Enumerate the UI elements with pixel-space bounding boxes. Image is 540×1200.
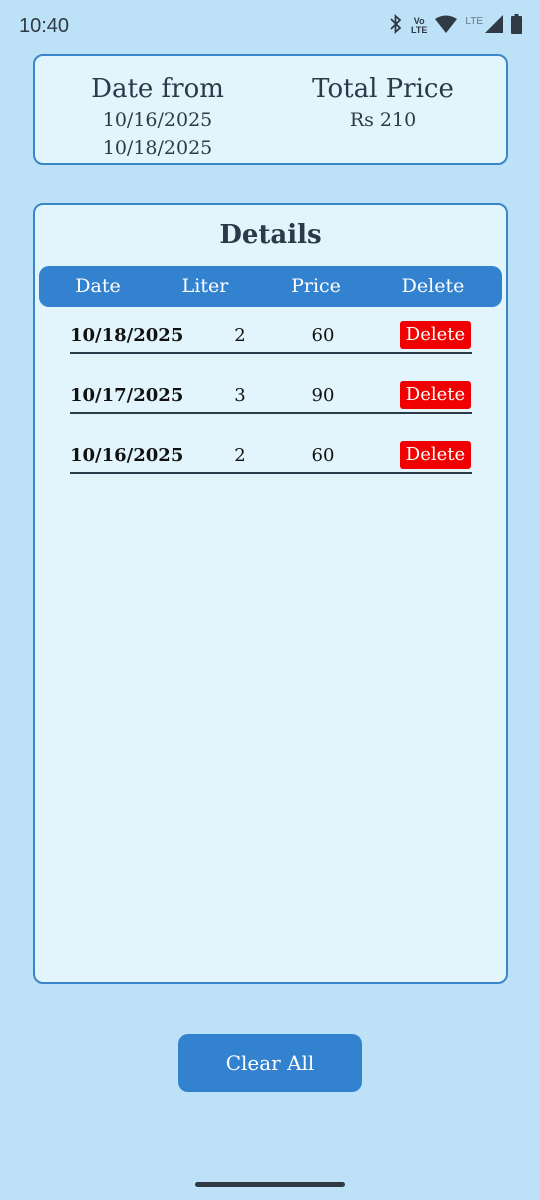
table-row: 10/16/2025 2 60 Delete <box>70 432 472 474</box>
battery-icon <box>511 13 522 39</box>
table-row: 10/17/2025 3 90 Delete <box>70 372 472 414</box>
details-title: Details <box>219 220 322 250</box>
clear-all-button[interactable]: Clear All <box>178 1034 362 1092</box>
status-time: 10:40 <box>19 15 70 37</box>
row-price: 90 <box>311 385 335 406</box>
date-from-value: 10/16/2025 <box>102 109 213 131</box>
total-price-title: Total Price <box>312 74 454 104</box>
row-liter: 3 <box>234 385 246 406</box>
header-price: Price <box>291 275 341 297</box>
details-card: Details Date Liter Price Delete 10/18/20… <box>33 203 508 984</box>
total-price-value: Rs 210 <box>349 109 417 131</box>
status-bar: 10:40 Vo LTE LTE <box>0 0 540 52</box>
status-icons: Vo LTE LTE <box>389 13 522 39</box>
date-range-section: Date from 10/16/2025 10/18/2025 <box>75 72 240 162</box>
delete-button[interactable]: Delete <box>400 441 471 469</box>
row-price: 60 <box>311 445 335 466</box>
row-date: 10/18/2025 <box>70 325 184 346</box>
wifi-icon <box>435 15 458 38</box>
volte-indicator: Vo LTE <box>411 16 428 35</box>
delete-button[interactable]: Delete <box>400 321 471 349</box>
summary-card: Date from 10/16/2025 10/18/2025 Total Pr… <box>33 54 508 165</box>
signal-icon <box>485 14 503 38</box>
date-to-value: 10/18/2025 <box>102 137 213 159</box>
header-liter: Liter <box>181 275 229 297</box>
bluetooth-icon <box>389 13 403 39</box>
row-date: 10/17/2025 <box>70 385 184 406</box>
delete-button[interactable]: Delete <box>400 381 471 409</box>
row-liter: 2 <box>234 445 246 466</box>
row-price: 60 <box>311 325 335 346</box>
lte-label: LTE <box>465 15 483 27</box>
table-header: Date Liter Price Delete <box>39 266 502 307</box>
row-liter: 2 <box>234 325 246 346</box>
table-row: 10/18/2025 2 60 Delete <box>70 312 472 354</box>
home-indicator[interactable] <box>195 1182 345 1187</box>
row-date: 10/16/2025 <box>70 445 184 466</box>
total-price-section: Total Price Rs 210 <box>295 72 471 134</box>
date-from-title: Date from <box>91 74 224 104</box>
header-delete: Delete <box>401 275 465 297</box>
header-date: Date <box>75 275 121 297</box>
